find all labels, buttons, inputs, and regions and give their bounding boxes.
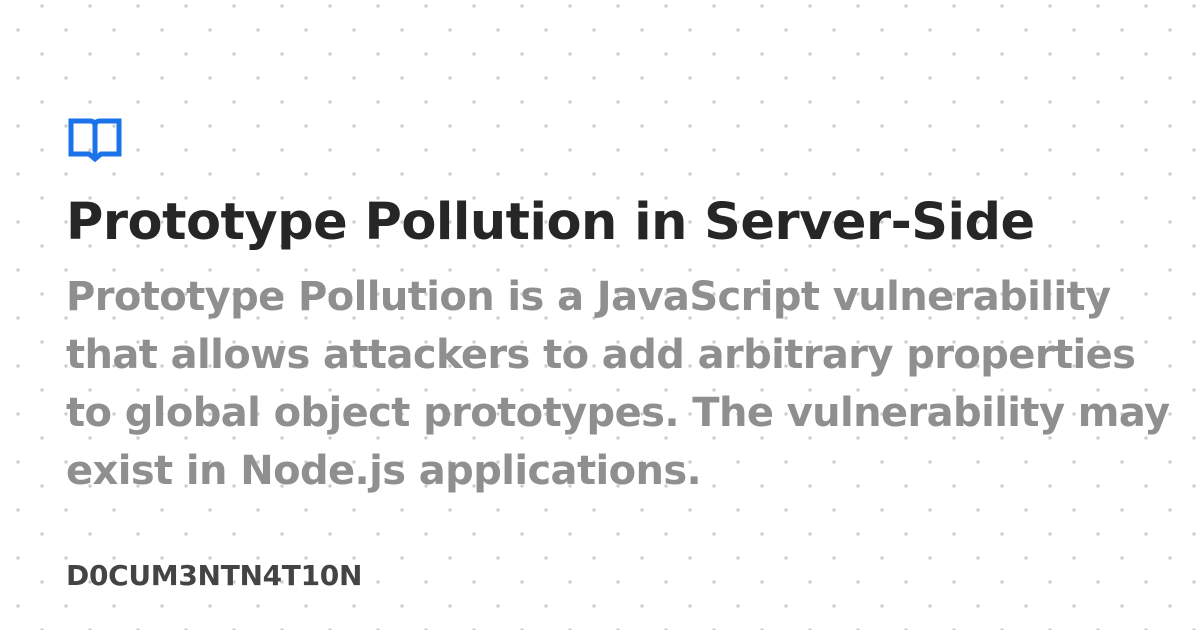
book-open-icon: [68, 118, 122, 162]
page-description: Prototype Pollution is a JavaScript vuln…: [66, 274, 1170, 494]
site-name: D0CUM3NTN4T10N: [66, 559, 363, 592]
social-preview-card: Prototype Pollution in Server-Side Proto…: [0, 0, 1200, 630]
page-title: Prototype Pollution in Server-Side: [66, 193, 1035, 252]
